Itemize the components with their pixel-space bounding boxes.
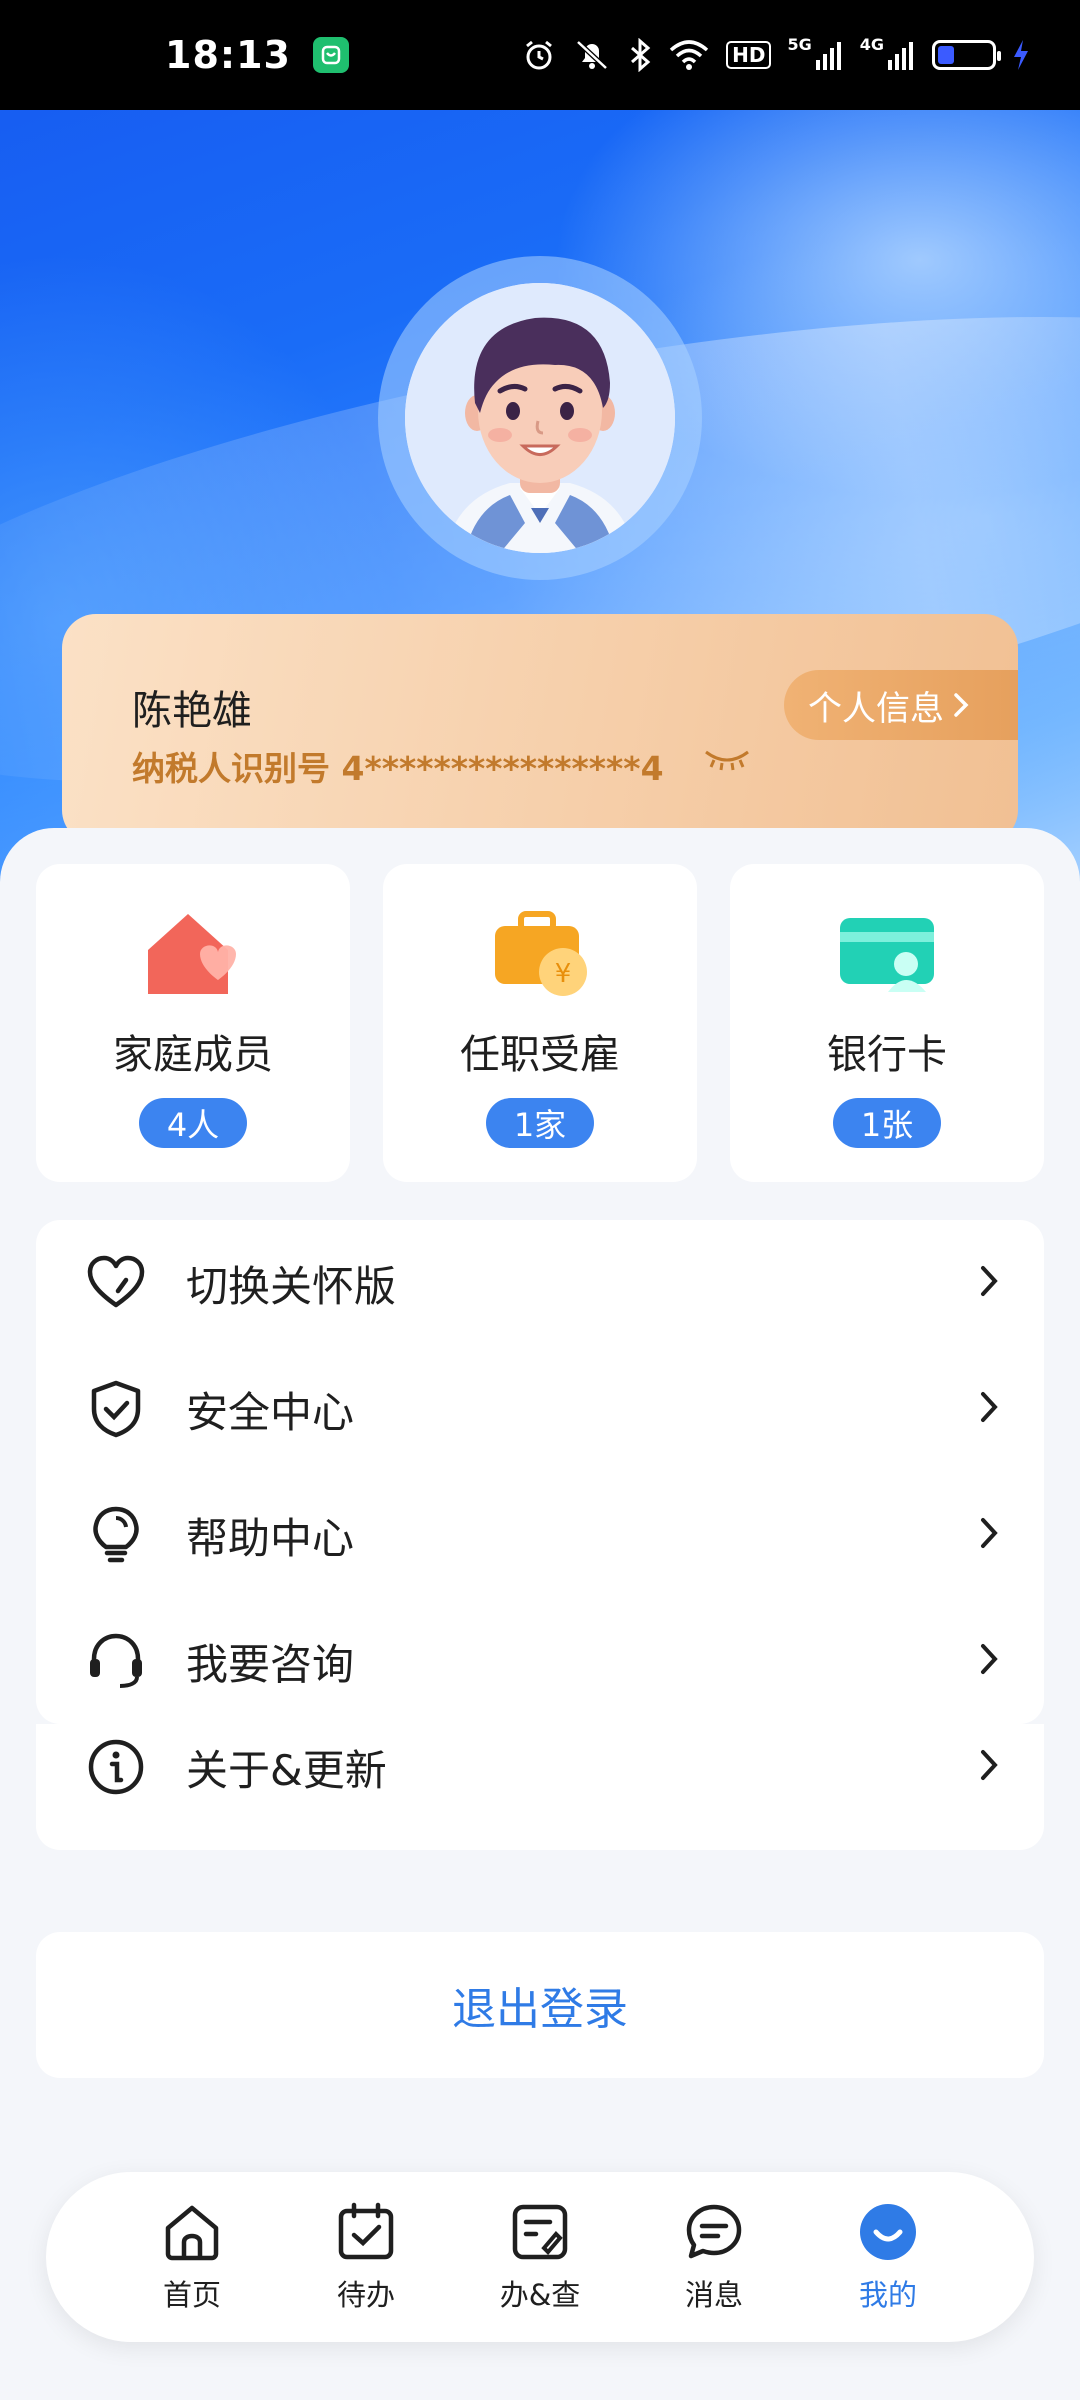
headset-icon <box>84 1629 148 1693</box>
shield-check-icon <box>84 1377 148 1441</box>
nav-handle-query[interactable]: 办&查 <box>480 2200 600 2314</box>
battery-icon <box>932 40 1001 70</box>
personal-info-button[interactable]: 个人信息 <box>784 670 1018 740</box>
user-name: 陈艳雄 <box>132 688 252 734</box>
chevron-right-icon <box>978 1641 1000 1681</box>
app-notification-icon <box>312 37 349 73</box>
lightbulb-icon <box>84 1503 148 1567</box>
bottom-navigation: 首页 待办 办&查 消息 我的 <box>46 2172 1034 2342</box>
status-time: 18:13 <box>165 33 291 77</box>
logout-label: 退出登录 <box>452 1984 628 2035</box>
chevron-right-icon <box>978 1263 1000 1303</box>
taxpayer-id: 纳税人识别号 4****************4 <box>132 749 664 788</box>
family-members-card[interactable]: 家庭成员 4人 <box>36 864 350 1182</box>
menu-item-about-update[interactable]: 关于&更新 <box>36 1704 1044 1830</box>
menu-label: 切换关怀版 <box>186 1261 397 1311</box>
hd-icon: HD <box>726 35 772 75</box>
battery-level <box>938 46 954 64</box>
chevron-right-icon <box>954 693 969 717</box>
nav-messages[interactable]: 消息 <box>654 2200 774 2314</box>
personal-info-label: 个人信息 <box>808 688 944 729</box>
menu-label: 我要咨询 <box>186 1639 355 1689</box>
home-icon <box>160 2200 224 2264</box>
signal-5g-icon: 5G <box>787 35 843 75</box>
family-house-icon <box>138 906 248 1002</box>
status-bar: 18:13 HD 5G 4G <box>0 0 1080 110</box>
svg-text:¥: ¥ <box>555 959 572 989</box>
avatar-ring[interactable] <box>378 256 702 580</box>
menu-label: 安全中心 <box>186 1387 355 1437</box>
menu-item-security-center[interactable]: 安全中心 <box>36 1346 1044 1472</box>
network-5g-label: 5G <box>787 35 812 54</box>
count-badge: 1家 <box>486 1098 594 1148</box>
nav-label: 我的 <box>858 2278 917 2312</box>
quick-label: 任职受雇 <box>460 1032 620 1078</box>
charging-icon <box>1012 35 1030 75</box>
nav-label: 待办 <box>336 2278 395 2312</box>
main-sheet: 家庭成员 4人 ¥ 任职受雇 1家 银行卡 1张 切换关怀版 安全中心 帮助中心… <box>0 828 1080 2400</box>
nav-label: 消息 <box>684 2278 743 2312</box>
nav-mine[interactable]: 我的 <box>828 2200 948 2314</box>
logout-button[interactable]: 退出登录 <box>36 1932 1044 2078</box>
avatar[interactable] <box>405 283 675 553</box>
bank-card-card[interactable]: 银行卡 1张 <box>730 864 1044 1182</box>
avatar-illustration <box>405 283 675 553</box>
network-4g-label: 4G <box>859 35 884 54</box>
bank-card-icon <box>832 906 942 1002</box>
chevron-right-icon <box>978 1515 1000 1555</box>
mute-icon <box>572 35 612 75</box>
hide-id-eye-icon[interactable] <box>702 742 752 780</box>
bluetooth-icon <box>628 35 652 75</box>
chevron-right-icon <box>978 1389 1000 1429</box>
settings-menu-last: 关于&更新 <box>36 1724 1044 1850</box>
alarm-icon <box>522 35 556 75</box>
menu-item-care-mode[interactable]: 切换关怀版 <box>36 1220 1044 1346</box>
wifi-icon <box>668 35 710 75</box>
nav-label: 办&查 <box>499 2278 581 2312</box>
signal-4g-icon: 4G <box>860 35 916 75</box>
employment-briefcase-icon: ¥ <box>485 906 595 1002</box>
menu-label: 关于&更新 <box>186 1745 387 1795</box>
count-badge: 4人 <box>139 1098 247 1148</box>
info-icon <box>84 1735 148 1799</box>
nav-label: 首页 <box>162 2278 221 2312</box>
hd-label: HD <box>726 41 772 69</box>
quick-label: 银行卡 <box>827 1032 947 1078</box>
chevron-right-icon <box>978 1747 1000 1787</box>
menu-item-help-center[interactable]: 帮助中心 <box>36 1472 1044 1598</box>
profile-card: 陈艳雄 纳税人识别号 4****************4 个人信息 <box>62 614 1018 844</box>
smile-profile-icon <box>856 2200 920 2264</box>
chat-bubble-icon <box>682 2200 746 2264</box>
document-edit-icon <box>508 2200 572 2264</box>
quick-label: 家庭成员 <box>113 1032 273 1078</box>
nav-todo[interactable]: 待办 <box>306 2200 426 2314</box>
calendar-check-icon <box>334 2200 398 2264</box>
heart-icon <box>84 1251 148 1315</box>
count-badge: 1张 <box>833 1098 941 1148</box>
menu-label: 帮助中心 <box>186 1513 355 1563</box>
settings-menu: 切换关怀版 安全中心 帮助中心 我要咨询 <box>36 1220 1044 1724</box>
nav-home[interactable]: 首页 <box>132 2200 252 2314</box>
employment-card[interactable]: ¥ 任职受雇 1家 <box>383 864 697 1182</box>
